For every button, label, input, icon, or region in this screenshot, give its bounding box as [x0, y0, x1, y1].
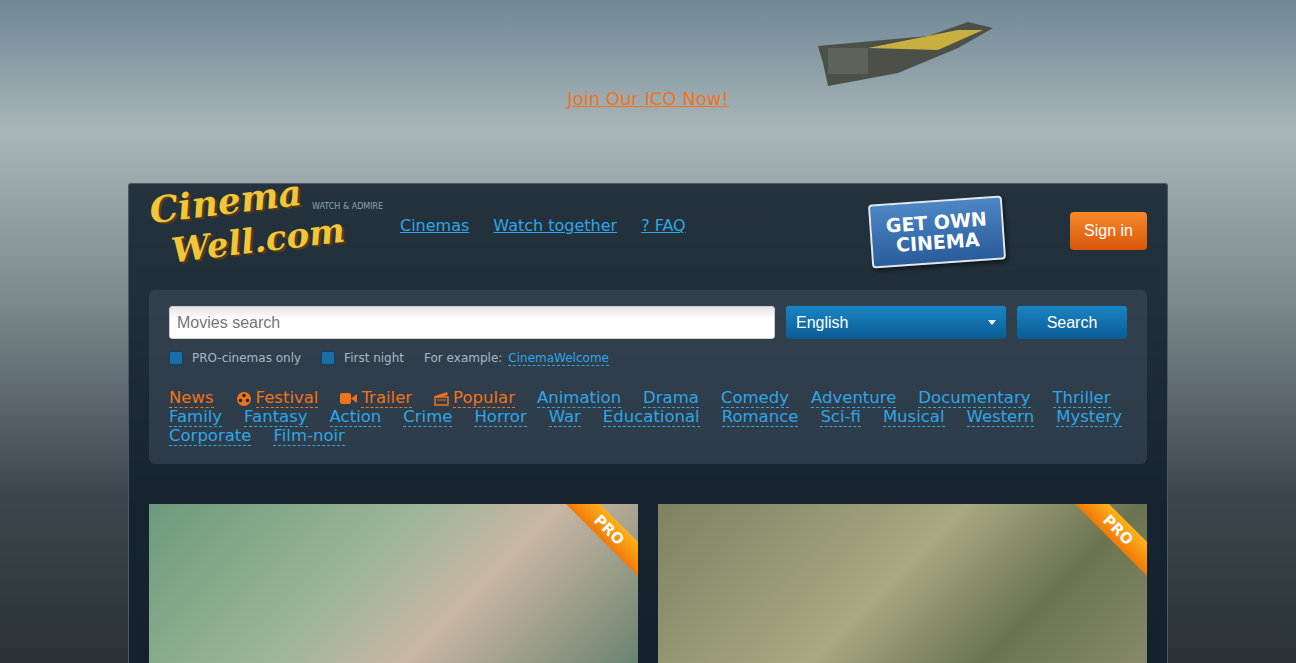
genre-link[interactable]: Educational — [603, 408, 700, 427]
search-button[interactable]: Search — [1017, 306, 1127, 339]
genre-link[interactable]: Animation — [537, 389, 621, 408]
pro-badge: PRO — [1064, 504, 1147, 584]
get-own-cinema-badge[interactable]: GET OWNCINEMA — [868, 195, 1006, 268]
genre-link[interactable]: Drama — [643, 389, 699, 408]
genre-link[interactable]: Western — [967, 408, 1035, 427]
genre-link[interactable]: Crime — [403, 408, 452, 427]
genre-link[interactable]: Thriller — [1053, 389, 1111, 408]
genre-list: News Festival Trailer Popular Animation Drama… — [169, 389, 1127, 446]
genre-label: Musical — [883, 408, 945, 427]
genre-label: Adventure — [811, 389, 896, 408]
genre-label: Fantasy — [244, 408, 308, 427]
language-select[interactable]: English — [786, 306, 1006, 339]
nav-link[interactable]: Cinemas — [400, 216, 469, 235]
nav-menu: Cinemas Watch together ? FAQ — [400, 216, 686, 235]
search-panel: English Search PRO-cinemas only First night… — [149, 290, 1147, 464]
nav-link[interactable]: ? FAQ — [641, 216, 686, 235]
example: For example: CinemaWelcome — [424, 351, 609, 365]
genre-label: Animation — [537, 389, 621, 408]
sign-in-button[interactable]: Sign in — [1070, 212, 1147, 250]
main-panel: CinemaWell.comWATCH & ADMIRECinemasWatch… — [128, 183, 1168, 663]
filter-checkbox[interactable]: PRO-cinemas only — [169, 351, 301, 365]
genre-link[interactable]: News — [169, 389, 214, 408]
search-input[interactable] — [169, 306, 775, 339]
genre-link[interactable]: Documentary — [918, 389, 1030, 408]
genre-label: Crime — [403, 408, 452, 427]
genre-label: Family — [169, 408, 222, 427]
spaceship-icon — [808, 18, 998, 88]
filter-label: First night — [344, 351, 404, 365]
genre-link[interactable]: Family — [169, 408, 222, 427]
genre-link[interactable]: Sci-fi — [820, 408, 860, 427]
genre-link[interactable]: Popular — [434, 389, 515, 408]
genre-label: Drama — [643, 389, 699, 408]
genre-label: Documentary — [918, 389, 1030, 408]
genre-label: Horror — [474, 408, 526, 427]
header: CinemaWell.comWATCH & ADMIRECinemasWatch… — [149, 184, 1147, 290]
ico-link[interactable]: Join Our ICO Now! — [567, 88, 728, 183]
nav-link[interactable]: Watch together — [493, 216, 617, 235]
genre-label: Popular — [453, 389, 515, 408]
genre-label: Comedy — [721, 389, 789, 408]
genre-link[interactable]: Festival — [236, 389, 319, 408]
genre-label: Educational — [603, 408, 700, 427]
filter-label: PRO-cinemas only — [192, 351, 301, 365]
background-sky: Join Our ICO Now! — [0, 0, 1296, 183]
genre-link[interactable]: Musical — [883, 408, 945, 427]
popular-icon — [434, 392, 449, 406]
genre-link[interactable]: Comedy — [721, 389, 789, 408]
genre-link[interactable]: Corporate — [169, 427, 251, 446]
genre-link[interactable]: Action — [330, 408, 382, 427]
genre-link[interactable]: Mystery — [1056, 408, 1122, 427]
checkbox[interactable] — [169, 351, 183, 365]
genre-label: Action — [330, 408, 382, 427]
checkbox[interactable] — [321, 351, 335, 365]
search-row: English Search — [169, 306, 1127, 339]
genre-label: Corporate — [169, 427, 251, 446]
genre-label: Trailer — [361, 389, 412, 408]
genre-label: News — [169, 389, 214, 408]
genre-link[interactable]: Trailer — [340, 389, 412, 408]
trailer-icon — [340, 392, 357, 405]
movie-card[interactable]: PRO — [658, 504, 1147, 663]
genre-label: Romance — [722, 408, 799, 427]
example-label: For example: — [424, 351, 502, 365]
genre-label: Film-noir — [273, 427, 344, 446]
dropdown-arrow-icon — [988, 320, 996, 325]
genre-link[interactable]: Horror — [474, 408, 526, 427]
filter-checkbox[interactable]: First night — [321, 351, 404, 365]
example-link[interactable]: CinemaWelcome — [508, 351, 609, 366]
genre-link[interactable]: Film-noir — [273, 427, 344, 446]
language-value: English — [796, 314, 848, 332]
genre-label: Sci-fi — [820, 408, 860, 427]
genre-label: Western — [967, 408, 1035, 427]
genre-label: Thriller — [1053, 389, 1111, 408]
genre-label: Mystery — [1056, 408, 1122, 427]
movie-card[interactable]: PRO — [149, 504, 638, 663]
genre-link[interactable]: War — [549, 408, 581, 427]
logo-tagline: WATCH & ADMIRE — [312, 202, 383, 211]
festival-icon — [236, 391, 252, 407]
genre-link[interactable]: Adventure — [811, 389, 896, 408]
genre-label: War — [549, 408, 581, 427]
genre-link[interactable]: Fantasy — [244, 408, 308, 427]
filter-row: PRO-cinemas only First night For example: C… — [169, 351, 1127, 365]
genre-label: Festival — [256, 389, 319, 408]
movie-cards: PRO PRO — [149, 504, 1147, 663]
site-logo[interactable]: CinemaWell.comWATCH & ADMIRE — [149, 178, 400, 278]
genre-link[interactable]: Romance — [722, 408, 799, 427]
pro-badge: PRO — [555, 504, 638, 584]
